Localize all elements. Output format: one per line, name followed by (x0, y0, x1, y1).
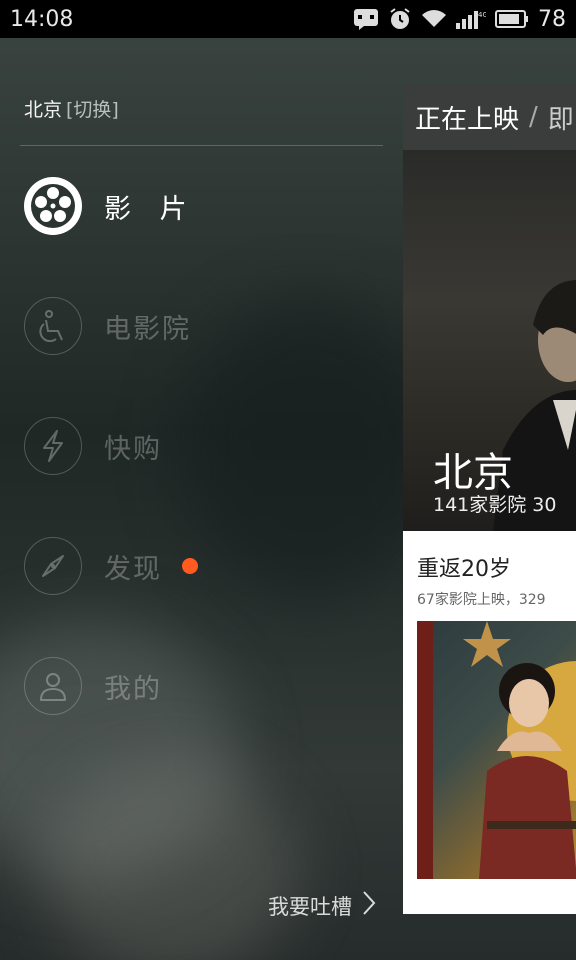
hero-cinema-count: 141家影院 30 (433, 494, 557, 516)
movie-subtitle: 67家影院上映，329 (417, 592, 546, 608)
wifi-icon (421, 9, 447, 29)
city-name: 北京 (24, 99, 63, 121)
lightning-icon (24, 417, 82, 475)
tab-bar: 正在上映 / 即 (403, 84, 576, 150)
menu-item-discover[interactable]: 发现 (24, 536, 198, 596)
city-switch-link[interactable]: [切换] (66, 99, 119, 121)
divider (20, 145, 383, 146)
tab-now-showing[interactable]: 正在上映 (415, 99, 519, 136)
feedback-link[interactable]: 我要吐槽 (268, 890, 376, 921)
hero-banner[interactable]: 北京 141家影院 30 (403, 150, 576, 531)
battery-icon (495, 10, 529, 28)
battery-level: 78 (538, 6, 566, 32)
message-icon (353, 8, 379, 30)
menu-label-films: 影 片 (104, 193, 197, 225)
menu-label-mine: 我的 (104, 673, 162, 705)
movie-poster-image[interactable] (417, 621, 576, 879)
alarm-icon (388, 7, 412, 31)
menu-label-quick-buy: 快购 (104, 433, 162, 465)
bg-blob (180, 300, 440, 600)
poster-illustration (417, 621, 576, 879)
city-selector[interactable]: 北京 [切换] (24, 95, 119, 122)
menu-item-mine[interactable]: 我的 (24, 656, 162, 716)
tab-coming-soon[interactable]: 即 (548, 99, 574, 136)
compass-icon (24, 537, 82, 595)
user-icon (24, 657, 82, 715)
menu-item-quick-buy[interactable]: 快购 (24, 416, 162, 476)
feedback-label: 我要吐槽 (268, 894, 352, 919)
menu-label-cinema: 电影院 (104, 313, 191, 345)
status-time: 14:08 (10, 6, 74, 32)
film-reel-icon (24, 177, 82, 235)
bg-blob (40, 760, 300, 960)
chevron-right-icon (362, 890, 376, 921)
svg-text:4G: 4G (478, 11, 486, 19)
tab-separator: / (529, 102, 538, 132)
cinema-seat-icon (24, 297, 82, 355)
menu-item-cinema[interactable]: 电影院 (24, 296, 191, 356)
main-content-panel[interactable]: 正在上映 / 即 北京 141家影院 30 重返20岁 67家影院上映，329 (403, 84, 576, 914)
signal-icon: 4G (456, 9, 486, 29)
menu-label-discover: 发现 (104, 553, 162, 585)
movie-title: 重返20岁 (417, 557, 511, 582)
notification-badge (182, 558, 198, 574)
movie-card[interactable]: 重返20岁 67家影院上映，329 (403, 531, 576, 914)
status-bar: 14:08 4G 78 (0, 0, 576, 38)
menu-item-films[interactable]: 影 片 (24, 176, 197, 236)
